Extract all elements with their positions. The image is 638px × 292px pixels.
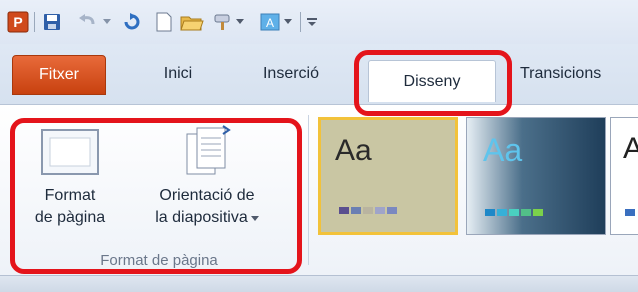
group-divider [308, 115, 309, 265]
annotation-highlight-design-tab [354, 50, 512, 116]
theme-color-swatch [625, 209, 635, 216]
annotation-highlight-page-setup [10, 118, 302, 274]
theme-color-swatches [339, 207, 397, 214]
ribbon-tab-bar: Fitxer Inici Inserció Disseny Transicion… [0, 44, 638, 105]
ribbon-bottom-edge [0, 275, 638, 292]
undo-dropdown-icon[interactable] [100, 10, 114, 34]
theme-thumbnail-2[interactable]: Aa [466, 117, 606, 235]
powerpoint-app-icon[interactable]: P [6, 10, 30, 34]
svg-text:A: A [266, 16, 274, 30]
quick-access-toolbar: P A [0, 0, 638, 44]
save-icon[interactable] [40, 10, 64, 34]
undo-icon[interactable] [76, 10, 100, 34]
format-painter-icon[interactable] [212, 10, 236, 34]
font-color-dropdown-icon[interactable] [282, 10, 294, 34]
tab-home[interactable]: Inici [142, 52, 214, 96]
svg-text:P: P [13, 14, 22, 30]
theme-thumbnail-3[interactable]: A [610, 117, 638, 235]
tab-file[interactable]: Fitxer [12, 55, 106, 95]
font-color-icon[interactable]: A [258, 10, 282, 34]
theme-color-swatches [485, 209, 543, 216]
format-painter-dropdown-icon[interactable] [234, 10, 246, 34]
theme-sample-text: Aa [335, 134, 372, 167]
theme-thumbnail-1[interactable]: Aa [318, 117, 458, 235]
new-file-icon[interactable] [152, 10, 176, 34]
theme-gallery: Aa Aa A [312, 117, 638, 237]
theme-sample-text: A [623, 132, 638, 166]
open-folder-icon[interactable] [180, 10, 204, 34]
theme-sample-text: Aa [483, 132, 523, 168]
tab-transitions[interactable]: Transicions [520, 52, 638, 96]
toolbar-separator [34, 12, 35, 32]
toolbar-separator [300, 12, 301, 32]
tab-insert[interactable]: Inserció [244, 52, 338, 96]
redo-icon[interactable] [120, 10, 144, 34]
customize-quick-access-icon[interactable] [304, 10, 320, 34]
